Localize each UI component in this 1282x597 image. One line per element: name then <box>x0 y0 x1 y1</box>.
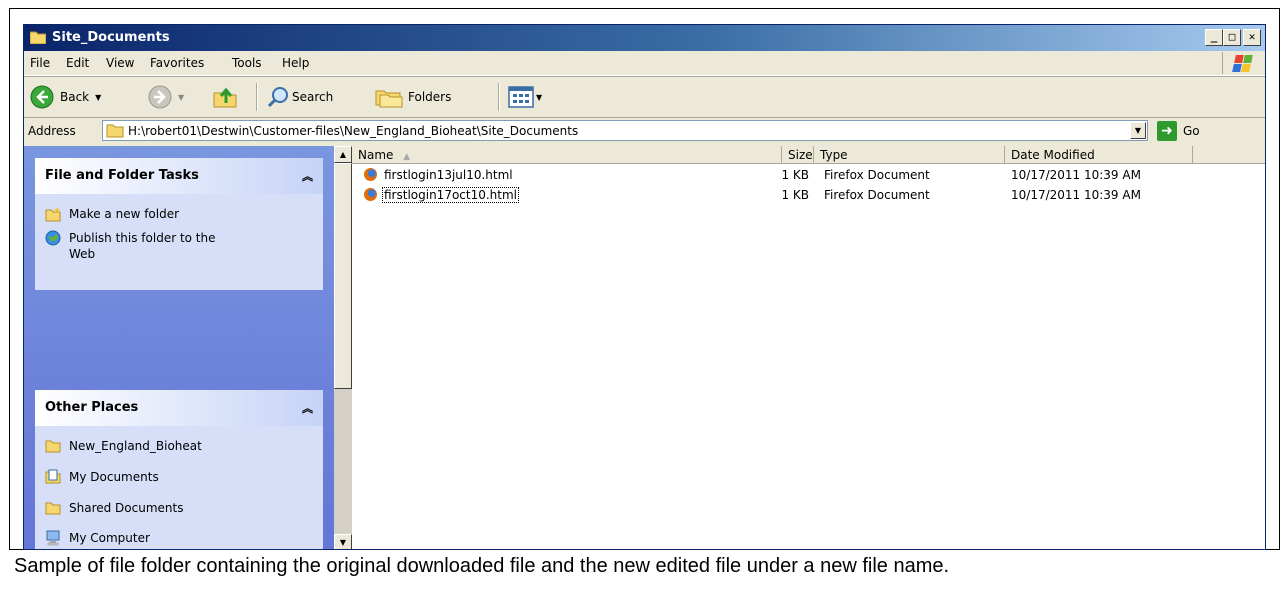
folders-icon <box>375 90 403 108</box>
scroll-thumb[interactable] <box>334 163 352 389</box>
toolbar-separator <box>256 83 258 111</box>
task-label: Make a new folder <box>69 207 180 221</box>
column-header-date[interactable]: Date Modified <box>1005 146 1193 164</box>
file-date: 10/17/2011 10:39 AM <box>1011 188 1141 202</box>
place-label: New_England_Bioheat <box>69 439 202 453</box>
search-button[interactable]: Search <box>266 84 333 110</box>
column-label: Name <box>358 148 394 162</box>
publish-web-icon <box>45 230 61 246</box>
place-my-documents[interactable]: My Documents <box>45 469 159 485</box>
explorer-window: Site_Documents _ □ ✕ File Edit View Favo… <box>23 24 1266 550</box>
folder-icon <box>45 502 61 515</box>
windows-logo-icon <box>1222 52 1263 74</box>
close-button[interactable]: ✕ <box>1243 29 1261 46</box>
forward-button[interactable]: ▼ <box>148 84 184 110</box>
place-label: My Computer <box>69 531 150 545</box>
table-row[interactable]: firstlogin17oct10.html 1 KB Firefox Docu… <box>352 186 1265 206</box>
forward-dropdown-icon[interactable]: ▼ <box>178 93 184 102</box>
up-folder-button[interactable] <box>212 84 238 110</box>
task-pane-scrollbar[interactable]: ▲ ▼ <box>334 146 352 549</box>
views-button[interactable]: ▼ <box>508 84 542 110</box>
folder-icon <box>106 124 124 138</box>
file-name: firstlogin13jul10.html <box>384 168 513 182</box>
collapse-chevron-icon[interactable]: ︽ <box>302 400 313 416</box>
address-input[interactable]: H:\robert01\Destwin\Customer-files\New_E… <box>102 120 1148 141</box>
search-label: Search <box>292 90 334 104</box>
other-places-panel: Other Places ︽ New_England_Bioheat My Do… <box>35 390 323 549</box>
file-folder-tasks-panel: File and Folder Tasks ︽ Make a new folde… <box>35 158 323 290</box>
go-arrow-icon: ➜ <box>1157 121 1177 141</box>
my-documents-icon <box>45 469 61 484</box>
file-type: Firefox Document <box>824 188 930 202</box>
file-size: 1 KB <box>781 188 809 202</box>
panel-header[interactable]: File and Folder Tasks ︽ <box>35 158 323 194</box>
folders-label: Folders <box>408 90 452 104</box>
address-bar: Address H:\robert01\Destwin\Customer-fil… <box>24 117 1265 145</box>
address-label: Address <box>28 124 76 138</box>
panel-title: File and Folder Tasks <box>45 168 199 183</box>
place-new-england-bioheat[interactable]: New_England_Bioheat <box>45 438 202 454</box>
menu-bar: File Edit View Favorites Tools Help <box>24 51 1265 76</box>
menu-edit[interactable]: Edit <box>66 56 89 70</box>
window-title: Site_Documents <box>52 30 170 45</box>
my-computer-icon <box>46 530 60 546</box>
task-make-new-folder[interactable]: Make a new folder <box>45 206 179 222</box>
new-folder-icon <box>45 207 61 222</box>
back-dropdown-icon[interactable]: ▼ <box>95 93 101 102</box>
menu-tools[interactable]: Tools <box>232 56 262 70</box>
back-label: Back <box>60 90 90 104</box>
minimize-button[interactable]: _ <box>1205 29 1223 46</box>
file-size: 1 KB <box>781 168 809 182</box>
title-bar[interactable]: Site_Documents _ □ ✕ <box>24 25 1265 51</box>
go-button[interactable]: ➜ Go <box>1157 121 1200 141</box>
file-date: 10/17/2011 10:39 AM <box>1011 168 1141 182</box>
menu-view[interactable]: View <box>106 56 134 70</box>
scroll-up-button[interactable]: ▲ <box>334 146 352 163</box>
panel-title: Other Places <box>45 400 139 415</box>
column-header-size[interactable]: Size <box>782 146 814 164</box>
column-header-name[interactable]: Name ▲ <box>352 146 782 164</box>
file-name: firstlogin17oct10.html <box>381 187 520 203</box>
column-header-blank <box>1193 146 1265 164</box>
toolbar: Back ▼ ▼ Search Folders ▼ <box>24 76 1265 118</box>
search-icon <box>267 87 288 108</box>
menu-favorites[interactable]: Favorites <box>150 56 204 70</box>
place-label: My Documents <box>69 470 159 484</box>
views-icon <box>508 86 534 108</box>
folders-button[interactable]: Folders <box>374 84 451 110</box>
toolbar-separator <box>498 83 500 111</box>
table-row[interactable]: firstlogin13jul10.html 1 KB Firefox Docu… <box>352 166 1265 186</box>
panel-header[interactable]: Other Places ︽ <box>35 390 323 426</box>
back-button[interactable]: Back ▼ <box>30 84 101 110</box>
column-header-type[interactable]: Type <box>814 146 1005 164</box>
task-publish-web[interactable]: Publish this folder to the Web <box>45 230 245 262</box>
folder-icon <box>30 31 46 44</box>
figure-caption: Sample of file folder containing the ori… <box>14 555 950 577</box>
forward-arrow-icon <box>148 85 172 109</box>
firefox-document-icon <box>364 168 377 181</box>
folder-icon <box>45 440 61 453</box>
sort-ascending-icon: ▲ <box>403 152 411 162</box>
menu-file[interactable]: File <box>30 56 50 70</box>
task-pane: File and Folder Tasks ︽ Make a new folde… <box>24 146 334 549</box>
place-label: Shared Documents <box>69 501 184 515</box>
up-folder-icon <box>213 87 237 108</box>
place-my-computer[interactable]: My Computer <box>45 530 150 546</box>
file-type: Firefox Document <box>824 168 930 182</box>
views-dropdown-icon[interactable]: ▼ <box>536 93 542 102</box>
file-list: Name ▲ Size Type Date Modified firstlogi… <box>352 146 1265 549</box>
maximize-button[interactable]: □ <box>1223 29 1241 46</box>
scroll-down-button[interactable]: ▼ <box>334 534 352 549</box>
menu-help[interactable]: Help <box>282 56 309 70</box>
back-arrow-icon <box>30 85 54 109</box>
task-label: Publish this folder to the Web <box>69 231 216 261</box>
address-dropdown-button[interactable]: ▼ <box>1130 122 1146 139</box>
place-shared-documents[interactable]: Shared Documents <box>45 500 183 516</box>
address-value: H:\robert01\Destwin\Customer-files\New_E… <box>128 124 579 138</box>
go-label: Go <box>1183 124 1200 138</box>
firefox-document-icon <box>364 188 377 201</box>
collapse-chevron-icon[interactable]: ︽ <box>302 168 313 184</box>
